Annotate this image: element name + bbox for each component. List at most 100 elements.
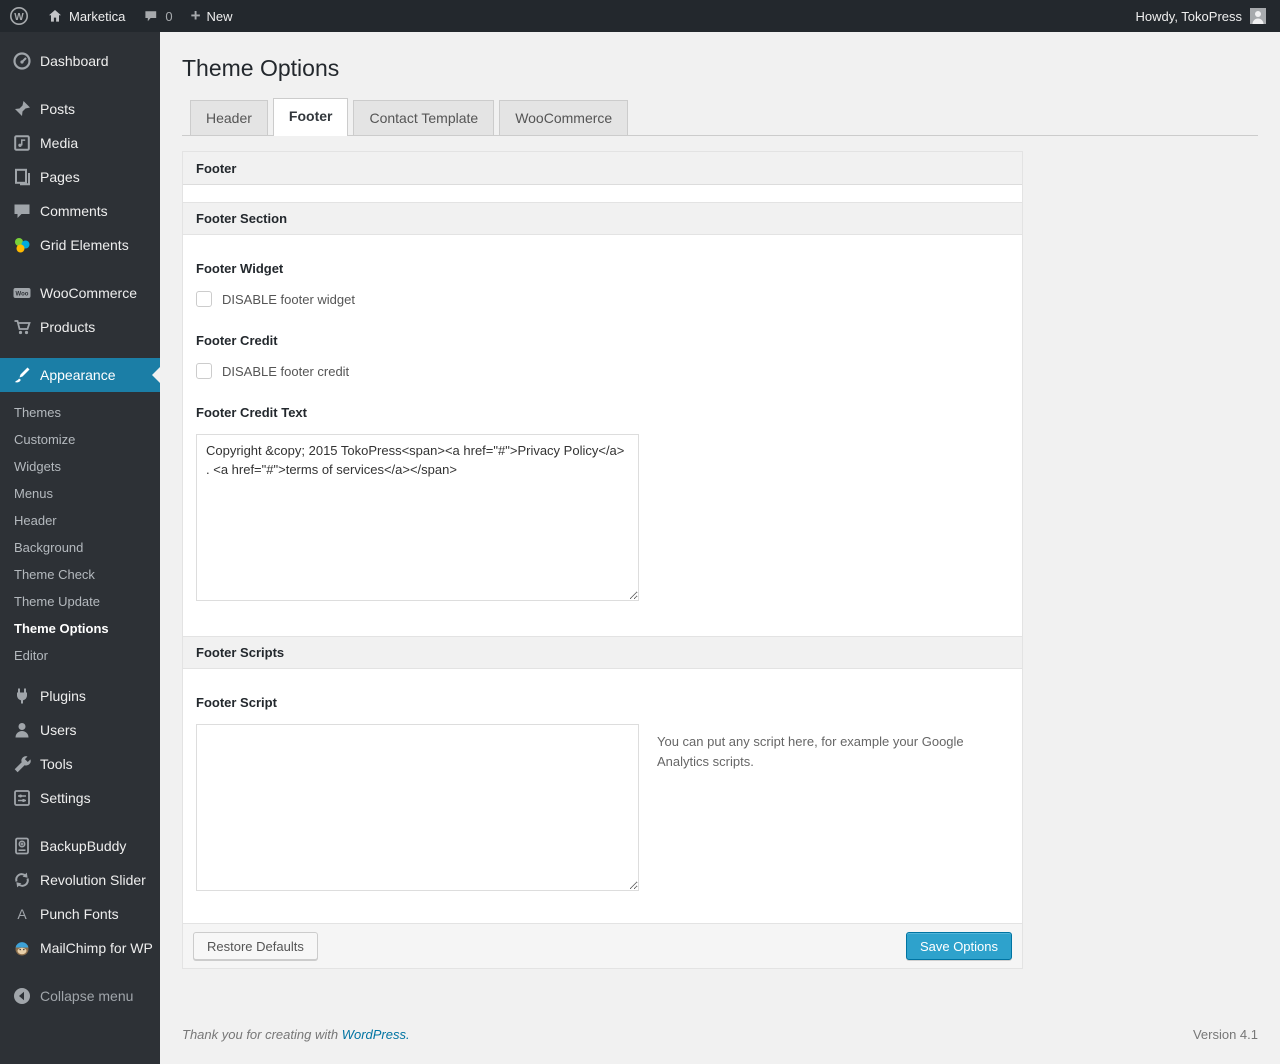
sidebar-item-pages[interactable]: Pages: [0, 160, 160, 194]
disable-footer-widget-checkbox[interactable]: [196, 291, 212, 307]
submenu-item-background[interactable]: Background: [0, 534, 160, 561]
thanks-text: Thank you for creating with WordPress.: [182, 1027, 410, 1042]
appearance-submenu: Themes Customize Widgets Menus Header Ba…: [0, 392, 160, 679]
tab-woocommerce[interactable]: WooCommerce: [499, 100, 629, 135]
wordpress-logo-icon: W: [10, 7, 28, 25]
sidebar-item-label: Dashboard: [40, 53, 109, 69]
footer-widget-label: Footer Widget: [196, 261, 284, 276]
sidebar-item-posts[interactable]: Posts: [0, 92, 160, 126]
admin-sidebar: Dashboard Posts Media Pages Comments Gri…: [0, 32, 160, 1064]
sidebar-item-label: BackupBuddy: [40, 838, 127, 854]
panel-button-bar: Restore Defaults Save Options: [183, 923, 1022, 968]
wp-logo-menu[interactable]: W: [0, 0, 38, 32]
submenu-item-header[interactable]: Header: [0, 507, 160, 534]
disable-footer-credit-checkbox[interactable]: [196, 363, 212, 379]
sidebar-item-label: Users: [40, 722, 77, 738]
sidebar-item-label: Collapse menu: [40, 988, 134, 1004]
svg-text:Woo: Woo: [16, 292, 29, 298]
options-panel: Footer Footer Section Footer Widget DISA…: [182, 151, 1023, 969]
submenu-item-customize[interactable]: Customize: [0, 426, 160, 453]
cart-icon: [14, 320, 31, 335]
sidebar-item-label: Appearance: [40, 367, 116, 383]
tab-bar: Header Footer Contact Template WooCommer…: [182, 97, 1258, 136]
footer-script-textarea[interactable]: [196, 724, 639, 891]
sidebar-item-label: Products: [40, 319, 96, 335]
sidebar-item-label: Tools: [40, 756, 73, 772]
admin-bar: W Marketica 0 + New Howdy, TokoPress: [0, 0, 1280, 32]
backup-drive-icon: [15, 837, 29, 855]
tab-contact-template[interactable]: Contact Template: [353, 100, 495, 135]
footer-scripts-body: Footer Script You can put any script her…: [183, 669, 1022, 923]
sidebar-item-comments[interactable]: Comments: [0, 194, 160, 228]
sliders-icon: [14, 790, 30, 806]
sidebar-item-backupbuddy[interactable]: BackupBuddy: [0, 829, 160, 863]
menu-separator: [0, 965, 160, 979]
site-name-menu[interactable]: Marketica: [38, 0, 134, 32]
submenu-item-menus[interactable]: Menus: [0, 480, 160, 507]
sidebar-item-revolution-slider[interactable]: Revolution Slider: [0, 863, 160, 897]
sidebar-item-grid-elements[interactable]: Grid Elements: [0, 228, 160, 262]
footer-credit-label: Footer Credit: [196, 333, 278, 348]
disable-footer-widget-text: DISABLE footer widget: [222, 291, 355, 307]
sidebar-item-tools[interactable]: Tools: [0, 747, 160, 781]
sidebar-item-media[interactable]: Media: [0, 126, 160, 160]
save-options-button[interactable]: Save Options: [905, 932, 1012, 960]
sidebar-item-settings[interactable]: Settings: [0, 781, 160, 815]
sidebar-item-products[interactable]: Products: [0, 310, 160, 344]
disable-footer-credit-text: DISABLE footer credit: [222, 363, 350, 379]
sidebar-item-collapse-menu[interactable]: Collapse menu: [0, 979, 160, 1013]
comments-menu[interactable]: 0: [134, 0, 181, 32]
sidebar-item-label: MailChimp for WP: [40, 940, 153, 956]
person-silhouette-icon: [1250, 8, 1266, 24]
tab-footer[interactable]: Footer: [272, 98, 349, 136]
page-footer: Thank you for creating with WordPress. V…: [182, 1027, 1258, 1042]
sidebar-item-dashboard[interactable]: Dashboard: [0, 44, 160, 78]
person-icon: [15, 723, 29, 738]
svg-text:A: A: [17, 906, 27, 922]
avatar[interactable]: [1250, 8, 1266, 24]
plus-icon: +: [190, 5, 201, 25]
submenu-item-themes[interactable]: Themes: [0, 399, 160, 426]
footer-script-label: Footer Script: [196, 695, 277, 710]
collapse-arrow-icon: [14, 988, 30, 1004]
sidebar-item-label: Pages: [40, 169, 80, 185]
sidebar-item-appearance[interactable]: Appearance: [0, 358, 160, 392]
site-name: Marketica: [69, 8, 126, 24]
sidebar-item-label: Media: [40, 135, 79, 151]
section-header-footer-scripts: Footer Scripts: [183, 636, 1022, 669]
restore-defaults-button[interactable]: Restore Defaults: [193, 932, 318, 960]
sidebar-item-label: Comments: [40, 203, 108, 219]
tab-header[interactable]: Header: [190, 100, 268, 135]
thanks-prefix: Thank you for creating with: [182, 1027, 342, 1042]
sidebar-item-plugins[interactable]: Plugins: [0, 679, 160, 713]
wordpress-link[interactable]: WordPress.: [342, 1027, 410, 1042]
menu-separator: [0, 344, 160, 358]
paintbrush-icon: [15, 367, 30, 383]
sidebar-item-woocommerce[interactable]: Woo WooCommerce: [0, 276, 160, 310]
svg-text:W: W: [14, 12, 24, 23]
sidebar-item-label: Plugins: [40, 688, 86, 704]
wrench-icon: [14, 756, 31, 773]
sidebar-item-users[interactable]: Users: [0, 713, 160, 747]
menu-separator: [0, 815, 160, 829]
submenu-item-editor[interactable]: Editor: [0, 642, 160, 669]
rotate-arrows-icon: [15, 872, 29, 888]
submenu-item-theme-check[interactable]: Theme Check: [0, 561, 160, 588]
howdy-text[interactable]: Howdy, TokoPress: [1136, 9, 1242, 24]
home-icon: [49, 10, 61, 22]
monkey-icon: [15, 942, 29, 956]
woocommerce-badge-icon: Woo: [13, 288, 31, 298]
submenu-item-theme-options[interactable]: Theme Options: [0, 615, 160, 642]
sidebar-item-mailchimp[interactable]: MailChimp for WP: [0, 931, 160, 965]
footer-script-help-text: You can put any script here, for example…: [657, 734, 964, 770]
footer-credit-text-textarea[interactable]: Copyright &copy; 2015 TokoPress<span><a …: [196, 434, 639, 601]
main-content: Theme Options Header Footer Contact Temp…: [160, 32, 1280, 1064]
new-label: New: [206, 8, 233, 24]
page-title: Theme Options: [182, 55, 340, 81]
submenu-item-widgets[interactable]: Widgets: [0, 453, 160, 480]
sidebar-item-punch-fonts[interactable]: A Punch Fonts: [0, 897, 160, 931]
panel-gap: [183, 185, 1022, 202]
new-menu[interactable]: + New: [182, 0, 242, 32]
dashboard-gauge-icon: [13, 52, 31, 70]
submenu-item-theme-update[interactable]: Theme Update: [0, 588, 160, 615]
